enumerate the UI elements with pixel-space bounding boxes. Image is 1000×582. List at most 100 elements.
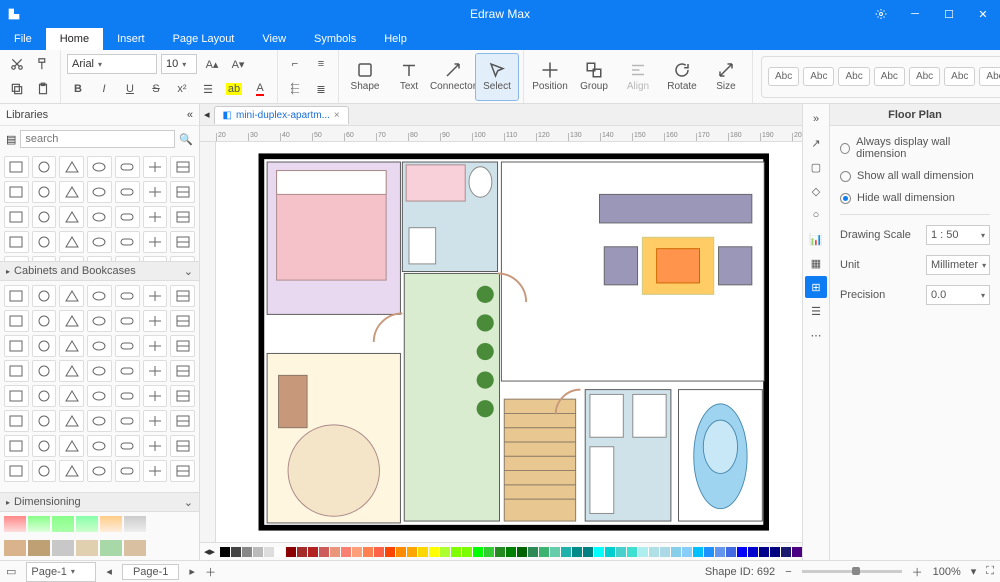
shape-tool[interactable]: Shape	[343, 53, 387, 101]
underline-icon[interactable]: U	[119, 78, 141, 100]
library-shape[interactable]	[87, 310, 112, 332]
font-color-icon[interactable]: A	[249, 78, 271, 100]
library-shape[interactable]	[59, 231, 84, 253]
zoom-out-icon[interactable]: −	[785, 566, 791, 578]
rotate-tool[interactable]: Rotate	[660, 53, 704, 101]
library-shape[interactable]	[115, 360, 140, 382]
radio-show-all-dimension[interactable]: Show all wall dimension	[840, 170, 990, 182]
style-4[interactable]: Abc	[874, 67, 905, 86]
settings-icon[interactable]	[864, 0, 898, 28]
library-shape[interactable]	[170, 360, 195, 382]
palette-swatch[interactable]	[385, 547, 395, 557]
search-go-icon[interactable]: 🔍	[179, 133, 193, 146]
close-icon[interactable]: ✕	[966, 0, 1000, 28]
library-shape[interactable]	[115, 410, 140, 432]
library-shape[interactable]	[170, 385, 195, 407]
settings2-icon[interactable]: ⋯	[805, 324, 827, 346]
fit-page-icon[interactable]: ⛶	[986, 565, 994, 578]
font-shrink-icon[interactable]: A▾	[227, 53, 249, 75]
document-tab[interactable]: ◧ mini-duplex-apartm... ×	[214, 106, 349, 124]
palette-swatch[interactable]	[616, 547, 626, 557]
library-shape[interactable]	[32, 206, 57, 228]
palette-swatch[interactable]	[330, 547, 340, 557]
pages-icon[interactable]: ▭	[6, 565, 16, 578]
palette-swatch[interactable]	[473, 547, 483, 557]
palette-swatch[interactable]	[319, 547, 329, 557]
style-2[interactable]: Abc	[803, 67, 834, 86]
size-tool[interactable]: Size	[704, 53, 748, 101]
library-shape[interactable]	[170, 435, 195, 457]
text-tool[interactable]: Text	[387, 53, 431, 101]
library-shape[interactable]	[59, 206, 84, 228]
group-tool[interactable]: Group	[572, 53, 616, 101]
library-shape[interactable]	[143, 285, 168, 307]
style-5[interactable]: Abc	[909, 67, 940, 86]
palette-swatch[interactable]	[583, 547, 593, 557]
library-shape[interactable]	[59, 156, 84, 178]
bold-icon[interactable]: B	[67, 78, 89, 100]
connector-tool[interactable]: Connector	[431, 53, 475, 101]
library-shape[interactable]	[32, 310, 57, 332]
maximize-icon[interactable]: ☐	[932, 0, 966, 28]
expand-right-icon[interactable]: »	[805, 108, 827, 130]
library-shape[interactable]	[115, 285, 140, 307]
bullet-icon[interactable]: ☰	[197, 78, 219, 100]
library-shape[interactable]	[4, 310, 29, 332]
library-shape[interactable]	[59, 385, 84, 407]
palette-swatch[interactable]	[220, 547, 230, 557]
palette-swatch[interactable]	[484, 547, 494, 557]
palette-swatch[interactable]	[429, 547, 439, 557]
align-top-icon[interactable]: ⌐	[284, 53, 306, 75]
style-7[interactable]: Abc	[979, 67, 1000, 86]
menu-page-layout[interactable]: Page Layout	[159, 28, 249, 50]
library-shape[interactable]	[32, 285, 57, 307]
library-shape[interactable]	[59, 181, 84, 203]
dim-swatch[interactable]	[52, 540, 74, 556]
library-shape[interactable]	[170, 310, 195, 332]
precision-combo[interactable]: 0.0▾	[926, 285, 990, 305]
font-grow-icon[interactable]: A▴	[201, 53, 223, 75]
library-shape[interactable]	[4, 231, 29, 253]
library-shape[interactable]	[143, 231, 168, 253]
palette-swatch[interactable]	[594, 547, 604, 557]
library-shape[interactable]	[4, 435, 29, 457]
palette-swatch[interactable]	[715, 547, 725, 557]
palette-swatch[interactable]	[627, 547, 637, 557]
style-3[interactable]: Abc	[838, 67, 869, 86]
library-shape[interactable]	[143, 310, 168, 332]
page-select[interactable]: Page-1▾	[26, 562, 96, 582]
library-shape[interactable]	[115, 385, 140, 407]
library-shape[interactable]	[170, 335, 195, 357]
palette-swatch[interactable]	[517, 547, 527, 557]
library-shape[interactable]	[87, 335, 112, 357]
menu-insert[interactable]: Insert	[103, 28, 159, 50]
menu-file[interactable]: File	[0, 28, 46, 50]
library-shape[interactable]	[32, 360, 57, 382]
palette-swatch[interactable]	[451, 547, 461, 557]
library-shape[interactable]	[170, 156, 195, 178]
radio-always-dimension[interactable]: Always display wall dimension	[840, 136, 990, 160]
library-shape[interactable]	[143, 181, 168, 203]
palette-swatch[interactable]	[440, 547, 450, 557]
page-next-icon[interactable]: ▸	[189, 565, 195, 578]
highlight-icon[interactable]: ab	[223, 78, 245, 100]
search-input[interactable]	[20, 130, 175, 148]
library-shape[interactable]	[143, 385, 168, 407]
palette-swatch[interactable]	[660, 547, 670, 557]
add-page-icon[interactable]: ＋	[205, 564, 216, 580]
palette-swatch[interactable]	[495, 547, 505, 557]
dim-swatch[interactable]	[124, 516, 146, 532]
library-shape[interactable]	[170, 181, 195, 203]
palette-swatch[interactable]	[418, 547, 428, 557]
palette-swatch[interactable]	[506, 547, 516, 557]
menu-help[interactable]: Help	[370, 28, 421, 50]
font-size-combo[interactable]: 10▾	[161, 54, 197, 74]
library-shape[interactable]	[4, 360, 29, 382]
menu-view[interactable]: View	[248, 28, 300, 50]
library-shape[interactable]	[143, 360, 168, 382]
library-shape[interactable]	[170, 410, 195, 432]
collapse-libraries-icon[interactable]: «	[187, 109, 193, 121]
library-shape[interactable]	[115, 231, 140, 253]
dim-swatch[interactable]	[76, 516, 98, 532]
palette-swatch[interactable]	[781, 547, 791, 557]
